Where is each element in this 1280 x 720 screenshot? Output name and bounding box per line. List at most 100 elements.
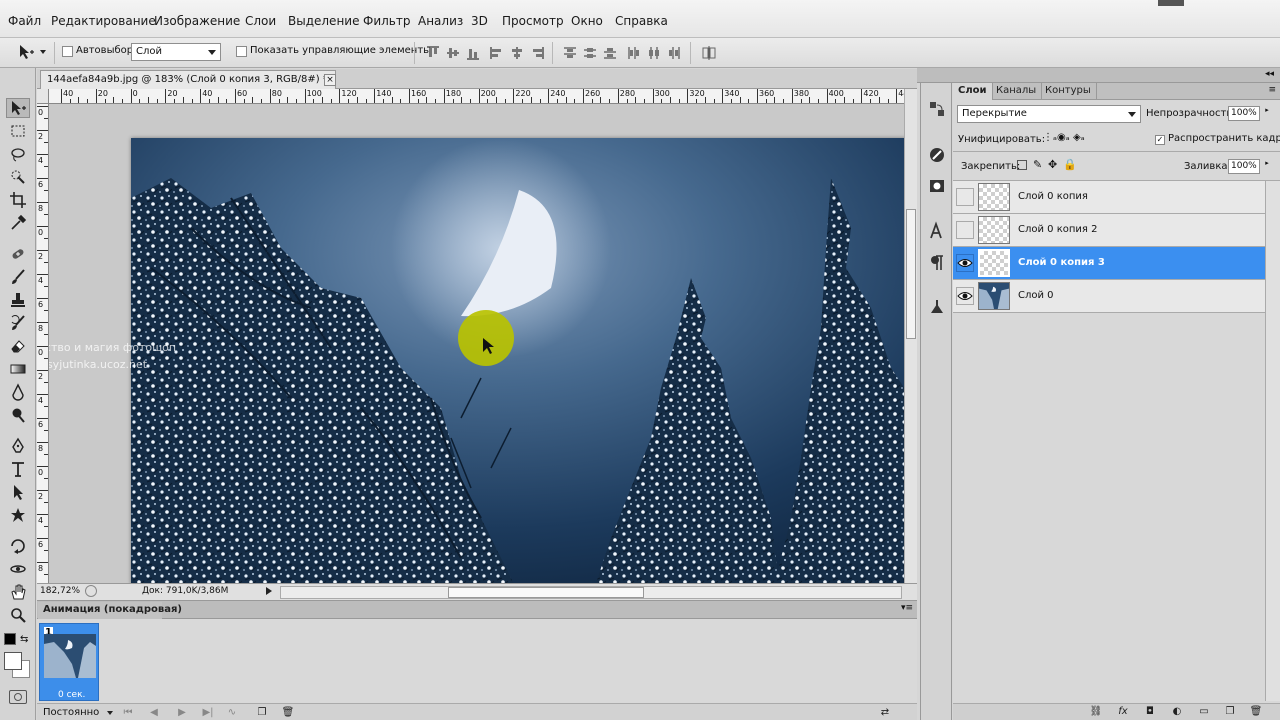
distribute-bottom-icon[interactable] (602, 45, 618, 61)
hand-tool-icon[interactable] (6, 582, 30, 602)
close-icon[interactable]: × (324, 74, 336, 86)
unify-visibility-icon[interactable]: ◉ₐ (1057, 132, 1070, 143)
distribute-right-icon[interactable] (666, 45, 682, 61)
distribute-hcenter-icon[interactable] (646, 45, 662, 61)
window-control[interactable] (1158, 0, 1184, 6)
align-vcenter-icon[interactable] (445, 45, 461, 61)
autoselect-checkbox[interactable] (62, 46, 73, 57)
visibility-toggle[interactable] (956, 287, 974, 305)
menu-layers[interactable]: Слои (245, 14, 276, 28)
layer-row[interactable]: Слой 0 (953, 280, 1265, 313)
menu-help[interactable]: Справка (615, 14, 668, 28)
show-controls-checkbox[interactable] (236, 46, 247, 57)
menu-view[interactable]: Просмотр (502, 14, 564, 28)
add-mask-icon[interactable]: ◘ (1143, 706, 1157, 719)
auto-align-layers-icon[interactable] (701, 45, 717, 61)
eyedropper-tool-icon[interactable] (6, 213, 30, 233)
lasso-tool-icon[interactable] (6, 144, 30, 164)
adjustment-layer-icon[interactable]: ◐ (1170, 706, 1184, 719)
custom-shape-tool-icon[interactable] (6, 505, 30, 525)
align-bottom-icon[interactable] (465, 45, 481, 61)
loop-options-dropdown[interactable]: Постоянно (43, 707, 99, 718)
brush-tool-icon[interactable] (6, 267, 30, 287)
move-tool-preset-icon[interactable] (14, 42, 38, 62)
vertical-scroll-thumb[interactable] (906, 209, 916, 339)
previous-frame-icon[interactable]: ◀ (147, 707, 161, 719)
layer-row-selected[interactable]: Слой 0 копия 3 (953, 247, 1265, 280)
fill-field[interactable]: 100% (1228, 159, 1260, 174)
3d-orbit-tool-icon[interactable] (6, 559, 30, 579)
healing-brush-tool-icon[interactable] (6, 244, 30, 264)
propagate-frame-checkbox[interactable]: ✓ Распространить кадр 1 (1155, 133, 1280, 145)
swap-colors-icon[interactable]: ⇆ (20, 634, 28, 645)
distribute-top-icon[interactable] (562, 45, 578, 61)
eraser-tool-icon[interactable] (6, 336, 30, 356)
autoselect-dropdown[interactable]: Слой (131, 43, 221, 61)
preset-dropdown-icon[interactable] (40, 50, 46, 54)
marquee-tool-icon[interactable] (6, 121, 30, 141)
chevron-down-icon[interactable] (107, 711, 113, 715)
history-brush-tool-icon[interactable] (6, 313, 30, 333)
blend-mode-dropdown[interactable]: Перекрытие (957, 105, 1141, 123)
menu-3d[interactable]: 3D (471, 14, 488, 28)
unify-position-icon[interactable]: ⋮ₐ (1043, 132, 1057, 143)
tab-channels[interactable]: Каналы (991, 83, 1043, 100)
menu-analysis[interactable]: Анализ (418, 14, 463, 28)
menu-image[interactable]: Изображение (154, 14, 240, 28)
panel-menu-icon[interactable]: ▾≡ (901, 603, 913, 613)
lock-transparency-icon[interactable] (1017, 160, 1027, 170)
layer-row[interactable]: Слой 0 копия (953, 181, 1265, 214)
brushes-panel-icon[interactable] (927, 145, 947, 165)
fill-slider-arrow-icon[interactable]: ▸ (1263, 159, 1271, 174)
panel-menu-icon[interactable]: ≡ (1268, 85, 1276, 95)
lock-position-icon[interactable]: ✥ (1048, 158, 1057, 171)
distribute-left-icon[interactable] (626, 45, 642, 61)
new-layer-icon[interactable]: ❐ (1223, 706, 1237, 719)
next-frame-icon[interactable]: ▶| (201, 707, 215, 719)
lock-pixels-icon[interactable]: ✎ (1033, 158, 1042, 171)
duplicate-frame-icon[interactable]: ❐ (255, 707, 269, 719)
link-layers-icon[interactable]: ⛓ (1089, 706, 1103, 719)
dodge-tool-icon[interactable] (6, 405, 30, 425)
first-frame-icon[interactable]: ⏮ (121, 707, 135, 719)
quick-mask-icon[interactable] (9, 690, 27, 704)
foreground-color-swatch[interactable] (4, 652, 22, 670)
delete-frame-icon[interactable]: 🗑 (281, 707, 295, 719)
tool-presets-panel-icon[interactable] (927, 298, 947, 318)
play-icon[interactable]: ▶ (175, 707, 189, 719)
animation-panel-tab[interactable]: Анимация (покадровая) (38, 602, 182, 619)
canvas-area[interactable]: Волшебство и магия фотошоп http://vasyju… (49, 104, 904, 583)
lock-all-icon[interactable]: 🔒 (1063, 158, 1077, 171)
delete-layer-icon[interactable]: 🗑 (1249, 706, 1263, 719)
unify-style-icon[interactable]: ◈ₐ (1073, 132, 1085, 143)
tab-paths[interactable]: Контуры (1040, 83, 1097, 100)
tab-layers[interactable]: Слои (953, 83, 993, 100)
crop-tool-icon[interactable] (6, 190, 30, 210)
zoom-level-field[interactable]: 182,72% (40, 586, 80, 599)
document-tab[interactable]: 144aefa84a9b.jpg @ 183% (Слой 0 копия 3,… (40, 70, 336, 89)
3d-rotate-tool-icon[interactable] (6, 536, 30, 556)
layer-style-icon[interactable]: fx (1116, 706, 1130, 719)
horizontal-scroll-thumb[interactable] (448, 587, 644, 598)
zoom-tool-icon[interactable] (6, 605, 30, 625)
clone-stamp-tool-icon[interactable] (6, 290, 30, 310)
distribute-vcenter-icon[interactable] (582, 45, 598, 61)
frame-delay[interactable]: 0 сек. (58, 690, 85, 700)
visibility-toggle[interactable] (956, 221, 974, 239)
character-panel-icon[interactable] (927, 221, 947, 241)
blur-tool-icon[interactable] (6, 382, 30, 402)
layer-row[interactable]: Слой 0 копия 2 (953, 214, 1265, 247)
align-top-icon[interactable] (425, 45, 441, 61)
mini-default-colors-icon[interactable] (4, 633, 16, 645)
tween-icon[interactable]: ∿ (225, 707, 239, 719)
quick-select-tool-icon[interactable] (6, 167, 30, 187)
layers-scrollbar[interactable] (1265, 181, 1280, 701)
new-group-icon[interactable]: ▭ (1197, 706, 1211, 719)
vertical-scrollbar[interactable] (904, 89, 917, 583)
menu-select[interactable]: Выделение (288, 14, 359, 28)
convert-to-timeline-icon[interactable]: ⇄ (875, 707, 895, 719)
zoom-preview-icon[interactable] (85, 585, 97, 597)
move-tool-icon[interactable] (6, 98, 30, 118)
path-selection-tool-icon[interactable] (6, 482, 30, 502)
collapse-dock-icon[interactable]: ◂◂ (1265, 69, 1274, 79)
